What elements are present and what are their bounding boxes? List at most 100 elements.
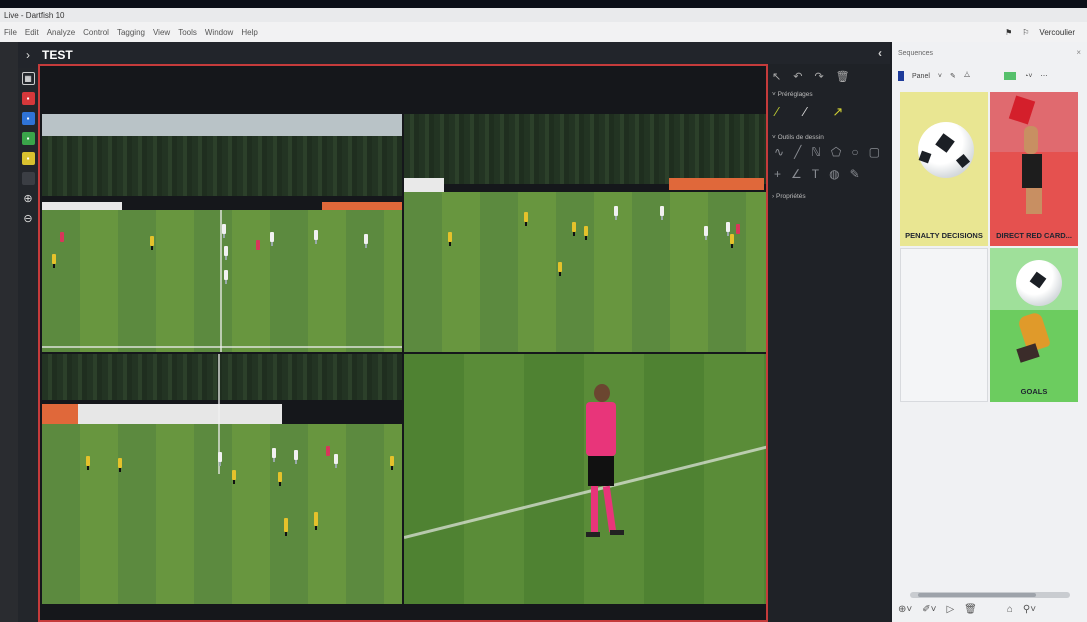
sleeve-icon: [1022, 154, 1042, 188]
sequences-panel: Sequences × Panel ˅ ✎ ⧊ ◔˅ ⋯ PENALTY DEC…: [892, 42, 1087, 622]
expand-chevron-icon[interactable]: ›: [26, 48, 30, 62]
arrow-preset-icon[interactable]: ↗: [832, 104, 843, 120]
referee-figure: [580, 384, 624, 584]
zoom-out-icon[interactable]: ⊖: [22, 212, 35, 225]
panel-flag-icon: [898, 71, 904, 81]
collapse-chevron-icon[interactable]: ‹: [878, 46, 882, 60]
pencil-icon[interactable]: ✎: [850, 167, 860, 181]
menu-help[interactable]: Help: [241, 28, 257, 37]
more-icon[interactable]: ⋯: [1040, 72, 1047, 80]
zoom-in-icon[interactable]: ⊕: [22, 192, 35, 205]
search-icon[interactable]: ⚲˅: [1023, 604, 1036, 618]
pen-preset-white-icon[interactable]: ⁄: [804, 104, 806, 120]
view-2-icon[interactable]: ▪: [21, 112, 35, 125]
section-title[interactable]: › Propriétés: [772, 193, 886, 200]
card-label: DIRECT RED CARD...: [996, 231, 1072, 240]
panel-title: TEST: [42, 48, 73, 62]
sequence-card-red-card[interactable]: DIRECT RED CARD...: [990, 92, 1078, 246]
circle-icon[interactable]: ○: [851, 145, 858, 159]
rectangle-icon[interactable]: ▢: [869, 145, 880, 159]
card-label: PENALTY DECISIONS: [905, 231, 983, 240]
pen-preset-yellow-icon[interactable]: ⁄: [776, 104, 778, 120]
menu-analyze[interactable]: Analyze: [47, 28, 75, 37]
text-icon[interactable]: T: [812, 167, 819, 181]
top-right-area: ⚑ ⚐ Vercoulier: [1005, 22, 1075, 42]
sequence-card-penalty[interactable]: PENALTY DECISIONS: [900, 92, 988, 246]
preset-row: ⁄ ⁄ ↗: [772, 98, 886, 126]
panel-dropdown[interactable]: Panel: [912, 73, 930, 80]
presets-section: ˅ Préréglages ⁄ ⁄ ↗: [768, 83, 890, 126]
window-title: Live - Dartfish 10: [4, 10, 65, 20]
tools-row-2: + ∠ T ◍ ✎: [772, 163, 886, 185]
drawing-tools-section: ˅ Outils de dessin ∿ ╱ ℕ ⬠ ○ ▢ + ∠ T ◍ ✎: [768, 126, 890, 185]
video-canvas[interactable]: [38, 64, 768, 622]
chevron-down-icon[interactable]: ˅: [938, 73, 942, 80]
view-1-icon[interactable]: ▪: [21, 92, 35, 105]
select-arrow-icon[interactable]: ↖: [772, 70, 781, 83]
flag-outline-icon[interactable]: ⚐: [1022, 28, 1029, 37]
drawing-actions: ↖ ↶ ↷ 🗑: [768, 64, 890, 83]
timer-icon[interactable]: ◔˅: [1024, 73, 1032, 80]
view-4-icon[interactable]: ▪: [21, 152, 35, 165]
fill-icon[interactable]: ◍: [829, 167, 839, 181]
menu-control[interactable]: Control: [83, 28, 109, 37]
horizontal-scrollbar[interactable]: [910, 592, 1070, 598]
sequences-toolbar: Panel ˅ ✎ ⧊ ◔˅ ⋯: [898, 68, 1084, 84]
sequence-card-goals[interactable]: GOALS: [990, 248, 1078, 402]
arm-icon: [1026, 188, 1042, 214]
menu-tagging[interactable]: Tagging: [117, 28, 145, 37]
view-toolbar: ▦ ▪ ▪ ▪ ▪ ⊕ ⊖: [18, 68, 38, 622]
angle-icon[interactable]: ∠: [791, 167, 802, 181]
user-name[interactable]: Vercoulier: [1039, 28, 1075, 37]
menu-edit[interactable]: Edit: [25, 28, 39, 37]
sequence-card-empty[interactable]: [900, 248, 988, 402]
section-title[interactable]: ˅ Préréglages: [772, 91, 886, 98]
scrollbar-thumb[interactable]: [918, 593, 1036, 597]
red-card-icon: [1008, 95, 1036, 125]
line-icon[interactable]: ╱: [794, 145, 801, 159]
video-view-3[interactable]: [42, 354, 402, 604]
video-view-2[interactable]: [404, 114, 766, 352]
edit-sequence-icon[interactable]: ✐˅: [922, 604, 936, 618]
section-label: Préréglages: [777, 91, 813, 98]
properties-section: › Propriétés: [768, 185, 890, 200]
cross-icon[interactable]: +: [774, 167, 781, 181]
hand-icon: [1024, 126, 1038, 154]
video-view-1[interactable]: [42, 114, 402, 352]
layout-icon[interactable]: ⧊: [964, 72, 970, 80]
polyline-icon[interactable]: ℕ: [811, 145, 821, 159]
play-icon[interactable]: ▷: [946, 604, 954, 618]
trash-icon[interactable]: 🗑: [964, 604, 977, 618]
color-swatch[interactable]: [1004, 72, 1017, 80]
left-strip: [0, 42, 18, 622]
section-title[interactable]: ˅ Outils de dessin: [772, 134, 886, 141]
tools-row-1: ∿ ╱ ℕ ⬠ ○ ▢: [772, 141, 886, 163]
edit-pencil-icon[interactable]: ✎: [950, 72, 956, 80]
section-label: Propriétés: [775, 193, 806, 200]
title-bar: Live - Dartfish 10: [0, 8, 1087, 22]
home-icon[interactable]: ⌂: [1007, 604, 1013, 618]
app-window: Live - Dartfish 10 File Edit Analyze Con…: [0, 8, 1087, 622]
sequences-title: Sequences: [898, 50, 934, 57]
close-icon[interactable]: ×: [1076, 48, 1081, 57]
menu-view[interactable]: View: [153, 28, 170, 37]
view-3-icon[interactable]: ▪: [21, 132, 35, 145]
undo-icon[interactable]: ↶: [793, 70, 802, 83]
delete-icon[interactable]: 🗑: [836, 70, 850, 83]
flag-icon[interactable]: ⚑: [1005, 28, 1012, 37]
menu-tools[interactable]: Tools: [178, 28, 197, 37]
menu-window[interactable]: Window: [205, 28, 233, 37]
drawing-panel: ↖ ↶ ↷ 🗑 ˅ Préréglages ⁄ ⁄ ↗ ˅ Outils de …: [768, 64, 890, 622]
grid-view-icon[interactable]: ▦: [21, 72, 35, 85]
menu-file[interactable]: File: [4, 28, 17, 37]
freehand-icon[interactable]: ∿: [774, 145, 784, 159]
section-label: Outils de dessin: [777, 134, 824, 141]
view-5-icon[interactable]: [21, 172, 35, 185]
add-sequence-icon[interactable]: ⊕˅: [898, 604, 912, 618]
polygon-icon[interactable]: ⬠: [831, 145, 841, 159]
menu-bar: File Edit Analyze Control Tagging View T…: [0, 22, 1087, 42]
redo-icon[interactable]: ↷: [814, 70, 823, 83]
video-grid: [42, 114, 766, 604]
video-view-4[interactable]: [404, 354, 766, 604]
sequences-bottom-toolbar: ⊕˅ ✐˅ ▷ 🗑 ⌂ ⚲˅: [898, 604, 1084, 618]
